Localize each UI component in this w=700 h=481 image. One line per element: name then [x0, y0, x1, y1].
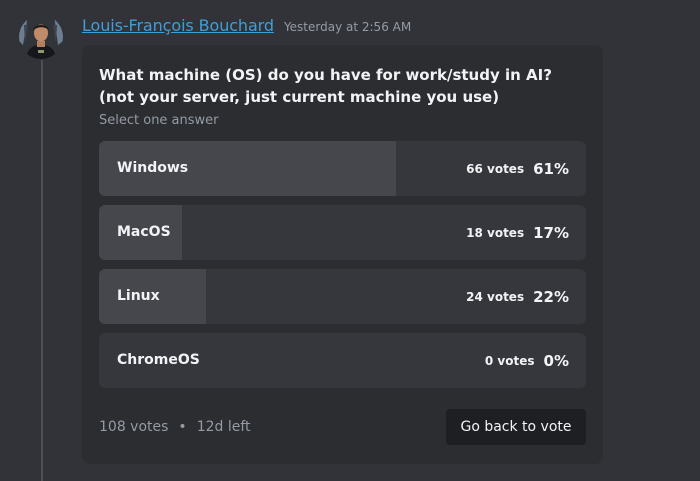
answer-stats: 66 votes 61% — [466, 141, 569, 196]
message-header: Louis-François Bouchard Yesterday at 2:5… — [82, 16, 411, 38]
time-left: 12d left — [196, 419, 251, 435]
answer-stats: 18 votes 17% — [466, 205, 569, 260]
poll-footer: 108 votes • 12d left — [99, 417, 251, 437]
answer-label: MacOS — [117, 224, 171, 240]
answer-percent: 22% — [533, 287, 569, 306]
poll-answer-chromeos[interactable]: ChromeOS 0 votes 0% — [99, 333, 586, 388]
answer-percent: 61% — [533, 159, 569, 178]
answer-stats: 0 votes 0% — [485, 333, 569, 388]
answer-label: Linux — [117, 288, 160, 304]
answer-label: ChromeOS — [117, 352, 200, 368]
go-back-to-vote-button[interactable]: Go back to vote — [446, 409, 586, 445]
avatar[interactable] — [19, 15, 63, 59]
poll-card: What machine (OS) do you have for work/s… — [82, 45, 603, 464]
message-timestamp: Yesterday at 2:56 AM — [283, 20, 412, 34]
poll-answer-windows[interactable]: Windows 66 votes 61% — [99, 141, 586, 196]
author-username[interactable]: Louis-François Bouchard — [82, 16, 274, 35]
avatar-image — [19, 15, 63, 59]
answer-percent: 0% — [543, 351, 569, 370]
poll-answer-macos[interactable]: MacOS 18 votes 17% — [99, 205, 586, 260]
poll-question: What machine (OS) do you have for work/s… — [99, 66, 552, 106]
poll-instruction: Select one answer — [99, 113, 219, 128]
thread-line — [41, 60, 43, 481]
answer-vote-count: 18 votes — [466, 225, 525, 240]
answer-stats: 24 votes 22% — [466, 269, 569, 324]
answer-label: Windows — [117, 160, 189, 176]
answer-percent: 17% — [533, 223, 569, 242]
answer-vote-count: 66 votes — [466, 161, 525, 176]
answer-vote-count: 24 votes — [466, 289, 525, 304]
poll-answers: Windows 66 votes 61% MacOS 18 votes 17% … — [99, 141, 586, 397]
separator-dot: • — [178, 419, 187, 435]
poll-answer-linux[interactable]: Linux 24 votes 22% — [99, 269, 586, 324]
total-votes: 108 votes — [99, 419, 169, 435]
answer-vote-count: 0 votes — [484, 353, 535, 368]
